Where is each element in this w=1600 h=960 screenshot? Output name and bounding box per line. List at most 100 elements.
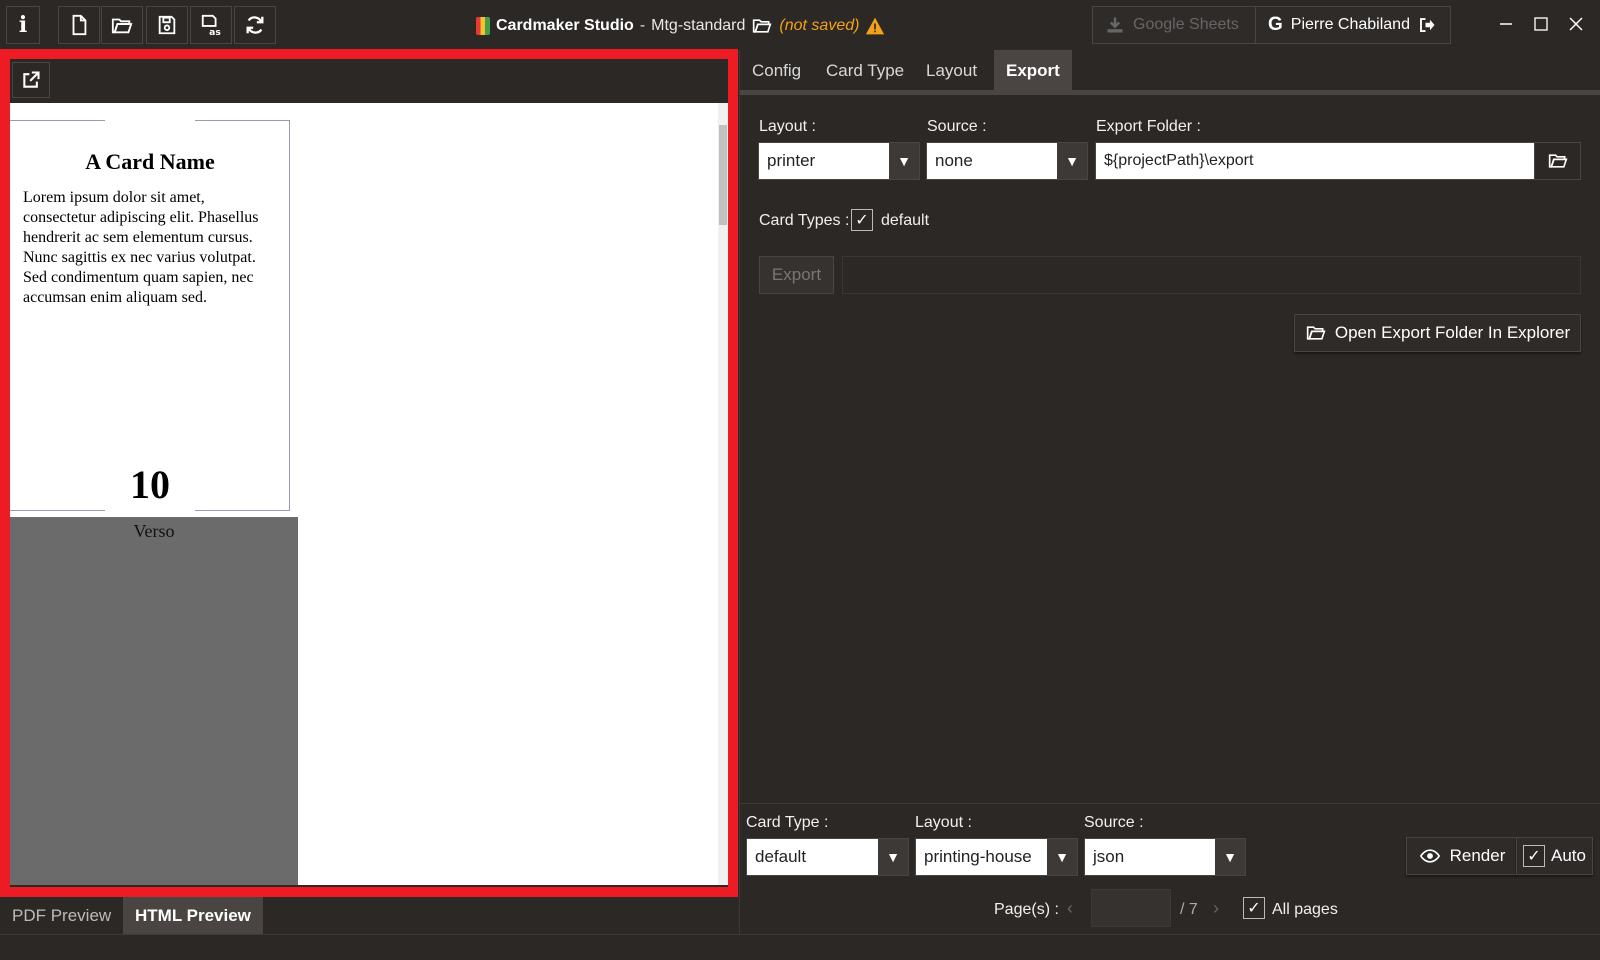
open-project-button[interactable] <box>101 6 143 44</box>
render-source-select[interactable]: json ▼ <box>1084 838 1246 876</box>
export-folder-label: Export Folder : <box>1096 118 1201 135</box>
refresh-button[interactable] <box>234 6 276 44</box>
title-bar: i as Cardmaker Studio - Mtg-standard (no… <box>0 0 1600 50</box>
card-name: A Card Name <box>85 149 215 174</box>
tab-export-label: Export <box>1006 61 1060 80</box>
card-type-default-label: default <box>881 212 930 229</box>
render-source-label: Source : <box>1084 814 1144 831</box>
new-file-icon <box>72 14 87 36</box>
render-card-type-label: Card Type : <box>746 814 829 831</box>
logout-icon <box>1420 18 1435 32</box>
chevron-down-icon: ▼ <box>1215 839 1245 875</box>
tab-export[interactable]: Export <box>994 50 1072 92</box>
preview-scrollbar[interactable] <box>718 103 728 885</box>
open-export-folder-label: Open Export Folder In Explorer <box>1334 323 1571 342</box>
preview-tabs: PDF Preview HTML Preview <box>0 897 740 934</box>
maximize-button[interactable] <box>1529 12 1553 36</box>
render-card-type-select[interactable]: default ▼ <box>746 838 909 876</box>
preview-toolbar <box>10 59 728 103</box>
tab-pdf-preview[interactable]: PDF Preview <box>0 897 123 934</box>
export-progress-bar <box>842 256 1581 294</box>
checkmark-icon: ✓ <box>855 212 869 229</box>
tab-config-label: Config <box>752 61 802 80</box>
google-icon: G <box>1268 14 1283 35</box>
download-icon <box>1107 17 1123 33</box>
save-state: (not saved) <box>779 17 860 34</box>
card-recto: A Card Name Lorem ipsum dolor sit amet, … <box>10 119 290 512</box>
all-pages-checkbox[interactable]: ✓ <box>1243 897 1265 919</box>
render-button-label: Render <box>1449 846 1506 865</box>
render-layout-value: printing-house <box>924 847 1032 866</box>
auto-render-toggle[interactable]: ✓ Auto <box>1516 837 1593 875</box>
export-folder-value: ${projectPath}\export <box>1104 152 1254 169</box>
pages-label: Page(s) : <box>994 901 1059 918</box>
svg-text:as: as <box>209 27 221 36</box>
scrollbar-thumb[interactable] <box>719 125 727 225</box>
export-layout-select[interactable]: printer ▼ <box>758 142 920 180</box>
open-folder-icon <box>111 18 133 34</box>
title-separator: - <box>639 17 646 34</box>
chevron-left-icon: ‹ <box>1067 898 1073 918</box>
checkmark-icon: ✓ <box>1527 848 1541 865</box>
app-logo-icon <box>476 17 490 35</box>
project-name: Mtg-standard <box>651 17 746 34</box>
html-preview-page[interactable]: A Card Name Lorem ipsum dolor sit amet, … <box>10 103 718 885</box>
google-sheets-label: Google Sheets <box>1133 16 1239 33</box>
popout-preview-button[interactable] <box>12 62 50 98</box>
page-number-input[interactable] <box>1091 889 1171 927</box>
export-layout-value: printer <box>767 151 816 170</box>
tab-pdf-preview-label: PDF Preview <box>12 905 112 925</box>
browse-folder-button[interactable] <box>1534 142 1581 180</box>
chevron-down-icon: ▼ <box>1047 839 1077 875</box>
save-button[interactable] <box>146 6 188 44</box>
next-page-button[interactable]: › <box>1213 898 1219 919</box>
close-window-button[interactable] <box>1564 12 1588 36</box>
card-type-default-checkbox[interactable]: ✓ <box>851 209 873 231</box>
all-pages-label: All pages <box>1272 901 1338 918</box>
status-bar <box>0 934 1600 960</box>
tab-config[interactable]: Config <box>740 50 813 92</box>
auto-render-checkbox[interactable]: ✓ <box>1523 845 1545 867</box>
render-card-type-value: default <box>755 847 807 866</box>
card-verso: Verso <box>10 517 298 885</box>
export-folder-input[interactable]: ${projectPath}\export <box>1095 142 1535 180</box>
card-types-label: Card Types : <box>759 212 850 229</box>
settings-tabs: Config Card Type Layout Export <box>740 50 1600 93</box>
tab-layout[interactable]: Layout <box>914 50 989 92</box>
info-icon: i <box>18 12 28 38</box>
pages-total: / 7 <box>1180 901 1198 918</box>
refresh-icon <box>246 16 264 34</box>
window-title: Cardmaker Studio - Mtg-standard (not sav… <box>476 13 885 39</box>
eye-icon <box>1419 849 1440 863</box>
open-folder-icon <box>1306 326 1326 340</box>
minimize-icon <box>1500 23 1512 25</box>
render-layout-select[interactable]: printing-house ▼ <box>915 838 1078 876</box>
export-source-label: Source : <box>927 118 987 135</box>
google-sheets-button[interactable]: Google Sheets <box>1092 6 1256 44</box>
open-export-folder-button[interactable]: Open Export Folder In Explorer <box>1294 314 1581 352</box>
prev-page-button[interactable]: ‹ <box>1067 898 1073 919</box>
verso-label: Verso <box>133 521 175 541</box>
save-as-icon: as <box>201 14 221 36</box>
export-button[interactable]: Export <box>759 256 834 294</box>
render-source-value: json <box>1093 847 1125 866</box>
user-name: Pierre Chabiland <box>1290 16 1410 33</box>
info-button[interactable]: i <box>6 6 40 44</box>
export-source-select[interactable]: none ▼ <box>926 142 1088 180</box>
new-project-button[interactable] <box>58 6 100 44</box>
render-button[interactable]: Render <box>1406 837 1517 875</box>
tab-html-preview[interactable]: HTML Preview <box>123 897 263 934</box>
minimize-button[interactable] <box>1494 12 1518 36</box>
maximize-icon <box>1534 17 1548 31</box>
tab-card-type[interactable]: Card Type <box>814 50 916 92</box>
user-account-button[interactable]: G Pierre Chabiland <box>1255 6 1451 44</box>
open-folder-icon <box>1548 154 1567 168</box>
tab-card-type-label: Card Type <box>826 61 905 80</box>
export-button-label: Export <box>771 265 822 284</box>
chevron-down-icon: ▼ <box>1057 143 1087 179</box>
card-body-text: Lorem ipsum dolor sit amet, consectetur … <box>23 189 259 306</box>
checkmark-icon: ✓ <box>1247 900 1261 917</box>
close-icon <box>1569 17 1583 31</box>
folder-outline-icon[interactable] <box>751 16 773 36</box>
save-as-button[interactable]: as <box>190 6 232 44</box>
